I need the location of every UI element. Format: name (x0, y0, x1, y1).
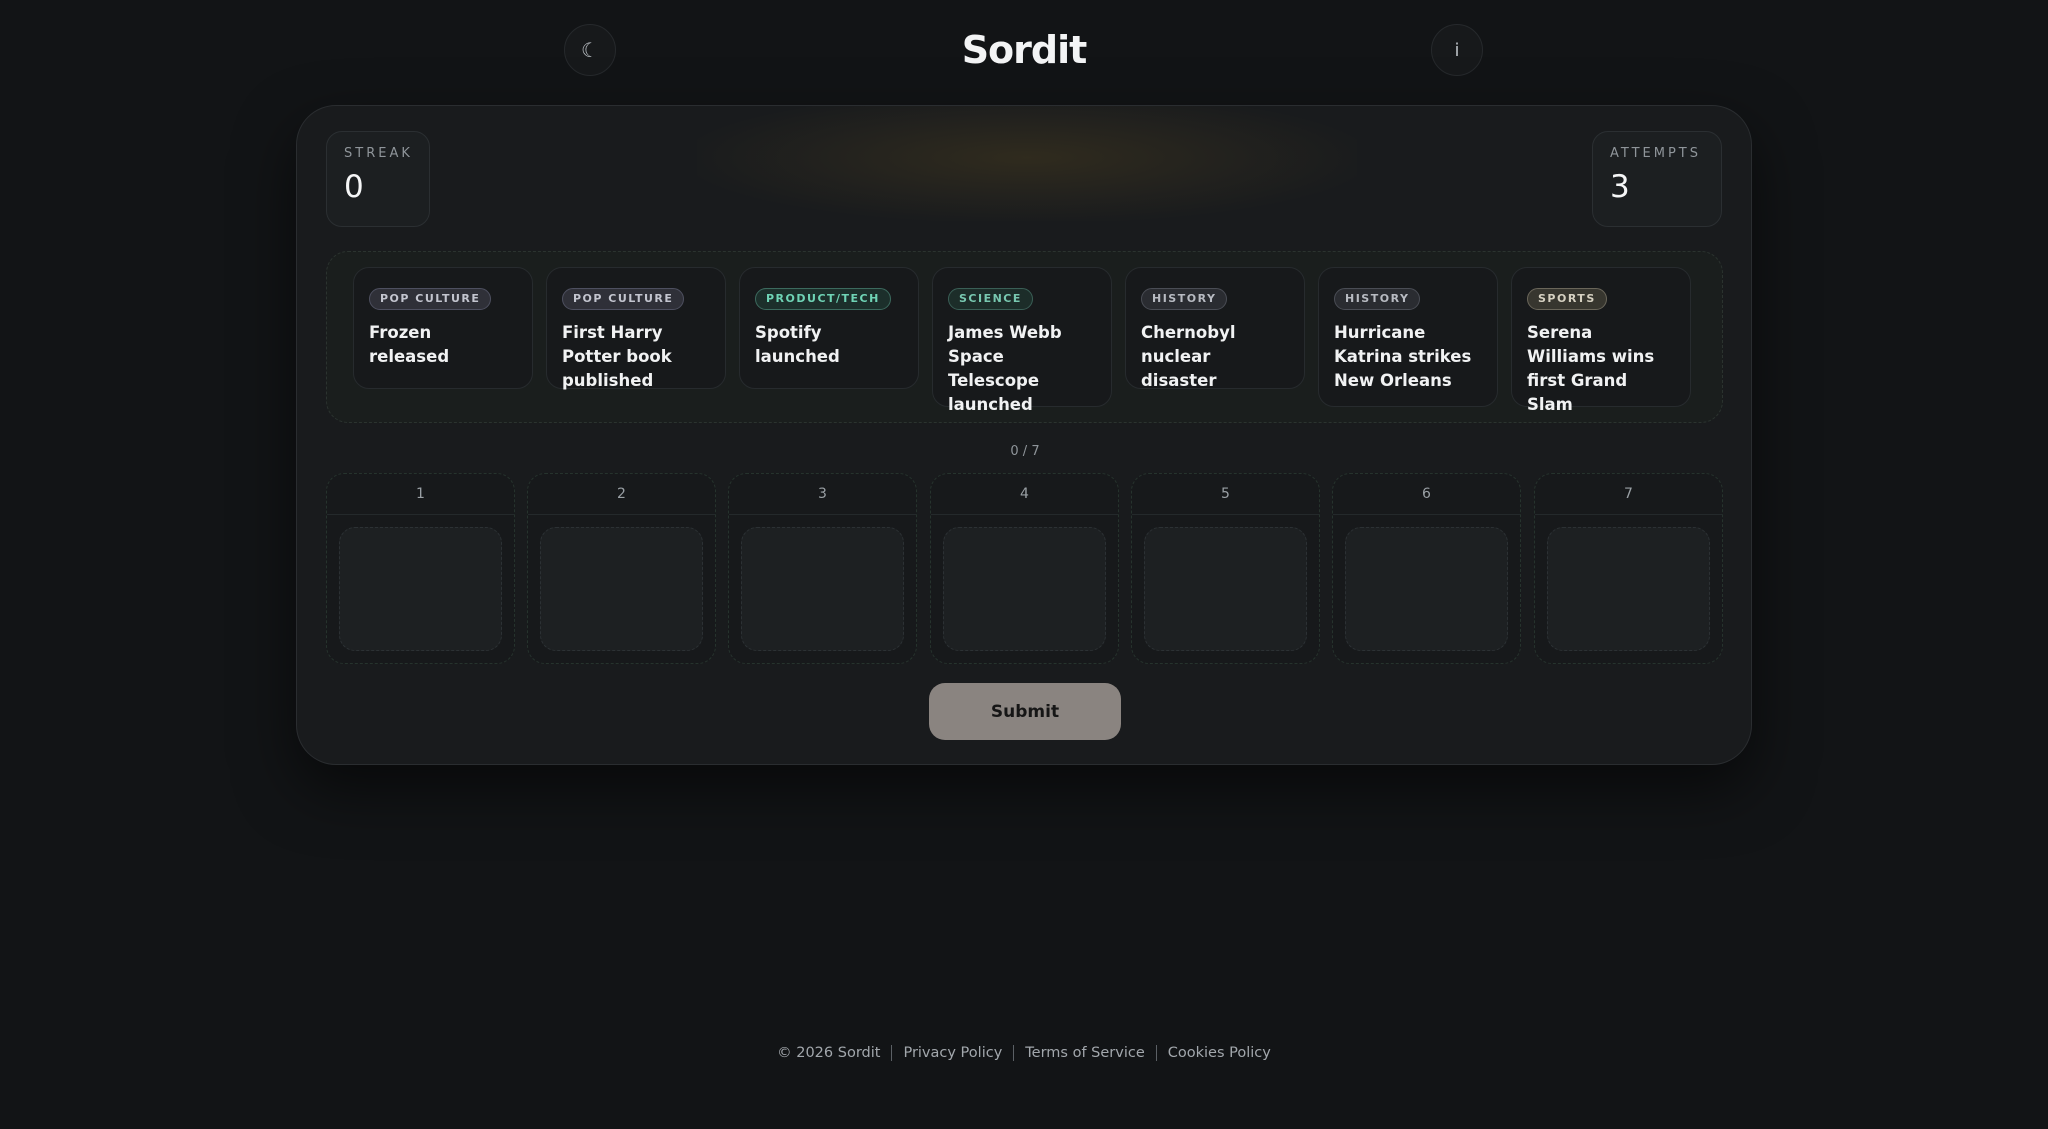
slot-dropzone[interactable] (1144, 527, 1307, 651)
timeline-slot[interactable]: 6 (1332, 473, 1521, 664)
slot-number: 5 (1132, 474, 1319, 515)
timeline-slot[interactable]: 5 (1131, 473, 1320, 664)
category-tag: SPORTS (1527, 288, 1607, 310)
terms-of-service-link[interactable]: Terms of Service (1025, 1045, 1144, 1061)
slot-dropzone[interactable] (943, 527, 1106, 651)
event-card[interactable]: PRODUCT/TECH Spotify launched (739, 267, 919, 389)
slot-number: 6 (1333, 474, 1520, 515)
slot-dropzone[interactable] (1547, 527, 1710, 651)
streak-value: 0 (344, 169, 364, 205)
footer-divider (891, 1045, 893, 1061)
event-card[interactable]: POP CULTURE First Harry Potter book publ… (546, 267, 726, 390)
slot-dropzone[interactable] (741, 527, 904, 651)
slot-number: 3 (729, 474, 916, 515)
attempts-label: ATTEMPTS (1610, 146, 1701, 161)
slot-number: 1 (327, 474, 514, 515)
event-title: Chernobyl nuclear disaster (1141, 323, 1236, 390)
privacy-policy-link[interactable]: Privacy Policy (903, 1045, 1002, 1061)
copyright-text: © 2026 Sordit (777, 1045, 881, 1061)
cookies-policy-link[interactable]: Cookies Policy (1168, 1045, 1271, 1061)
timeline-slot[interactable]: 4 (930, 473, 1119, 664)
slot-dropzone[interactable] (1345, 527, 1508, 651)
header-glow (697, 106, 1357, 221)
attempts-value: 3 (1610, 169, 1630, 205)
slot-number: 4 (931, 474, 1118, 515)
submit-button[interactable]: Submit (929, 683, 1121, 740)
category-tag: POP CULTURE (369, 288, 492, 310)
slot-dropzone[interactable] (540, 527, 703, 651)
event-title: Hurricane Katrina strikes New Orleans (1334, 323, 1472, 390)
event-title: First Harry Potter book published (562, 323, 672, 390)
timeline-slot[interactable]: 1 (326, 473, 515, 664)
event-card[interactable]: HISTORY Chernobyl nuclear disaster (1125, 267, 1305, 390)
event-card[interactable]: HISTORY Hurricane Katrina strikes New Or… (1318, 267, 1498, 407)
category-tag: SCIENCE (948, 288, 1033, 310)
timeline-slot[interactable]: 2 (527, 473, 716, 664)
attempts-box: ATTEMPTS 3 (1592, 131, 1722, 227)
streak-box: STREAK 0 (326, 131, 430, 227)
footer-divider (1013, 1045, 1015, 1061)
event-title: Serena Williams wins first Grand Slam (1527, 323, 1655, 414)
footer-divider (1155, 1045, 1157, 1061)
timeline-slot[interactable]: 7 (1534, 473, 1723, 664)
info-icon: i (1454, 39, 1460, 61)
category-tag: HISTORY (1141, 288, 1228, 310)
slot-dropzone[interactable] (339, 527, 502, 651)
event-title: Spotify launched (755, 323, 840, 366)
event-card[interactable]: SPORTS Serena Williams wins first Grand … (1511, 267, 1691, 414)
slot-number: 7 (1535, 474, 1722, 515)
streak-label: STREAK (344, 146, 413, 161)
category-tag: PRODUCT/TECH (755, 288, 891, 310)
category-tag: HISTORY (1334, 288, 1421, 310)
event-card[interactable]: POP CULTURE Frozen released (353, 267, 533, 389)
timeline-slot[interactable]: 3 (728, 473, 917, 664)
placement-counter: 0 / 7 (1010, 444, 1040, 459)
app-logo: Sordit (961, 28, 1088, 72)
event-pool: POP CULTURE Frozen released POP CULTURE … (326, 251, 1723, 423)
category-tag: POP CULTURE (562, 288, 685, 310)
slot-number: 2 (528, 474, 715, 515)
event-card[interactable]: SCIENCE James Webb Space Telescope launc… (932, 267, 1112, 414)
info-button[interactable]: i (1431, 24, 1483, 76)
game-card: STREAK 0 ATTEMPTS 3 POP CULTURE Frozen r… (296, 105, 1752, 765)
footer: © 2026 Sordit Privacy Policy Terms of Se… (0, 1045, 2048, 1061)
event-title: James Webb Space Telescope launched (948, 323, 1062, 414)
event-title: Frozen released (369, 323, 450, 366)
